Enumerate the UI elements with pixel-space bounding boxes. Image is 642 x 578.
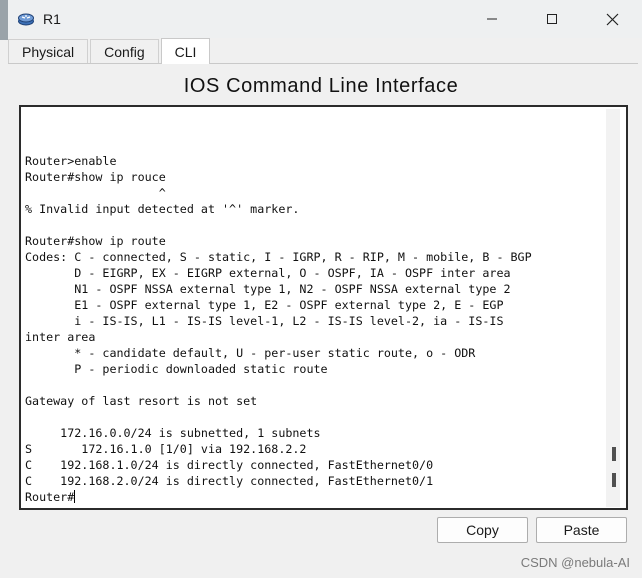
title-bar[interactable]: R1 <box>8 0 642 38</box>
tab-cli[interactable]: CLI <box>160 38 211 64</box>
maximize-button[interactable] <box>522 0 582 38</box>
terminal-output: Router>enable Router#show ip rouce ^ % I… <box>25 153 532 505</box>
router-icon <box>17 10 35 28</box>
terminal-lines: Router>enable Router#show ip rouce ^ % I… <box>25 154 532 488</box>
paste-button[interactable]: Paste <box>536 517 627 543</box>
window-controls <box>462 0 642 38</box>
watermark: CSDN @nebula-AI <box>520 555 630 570</box>
close-button[interactable] <box>582 0 642 38</box>
cli-terminal[interactable]: Router>enable Router#show ip rouce ^ % I… <box>19 105 628 510</box>
scrollbar-thumb-mark[interactable] <box>612 473 616 487</box>
minimize-icon <box>487 18 497 20</box>
scrollbar-thumb-mark[interactable] <box>612 447 616 461</box>
terminal-prompt: Router# <box>25 490 75 504</box>
close-icon <box>606 13 618 25</box>
copy-button[interactable]: Copy <box>437 517 528 543</box>
maximize-icon <box>547 14 557 24</box>
background-window-edge <box>0 0 8 40</box>
router-window: R1 Physical Config CLI IOS Command Line … <box>0 0 642 578</box>
minimize-button[interactable] <box>462 0 522 38</box>
page-title: IOS Command Line Interface <box>183 75 459 97</box>
tab-config[interactable]: Config <box>90 39 159 63</box>
window-title: R1 <box>43 11 61 27</box>
text-cursor <box>74 490 76 503</box>
tab-bar: Physical Config CLI <box>8 38 638 64</box>
tab-physical[interactable]: Physical <box>8 39 89 63</box>
